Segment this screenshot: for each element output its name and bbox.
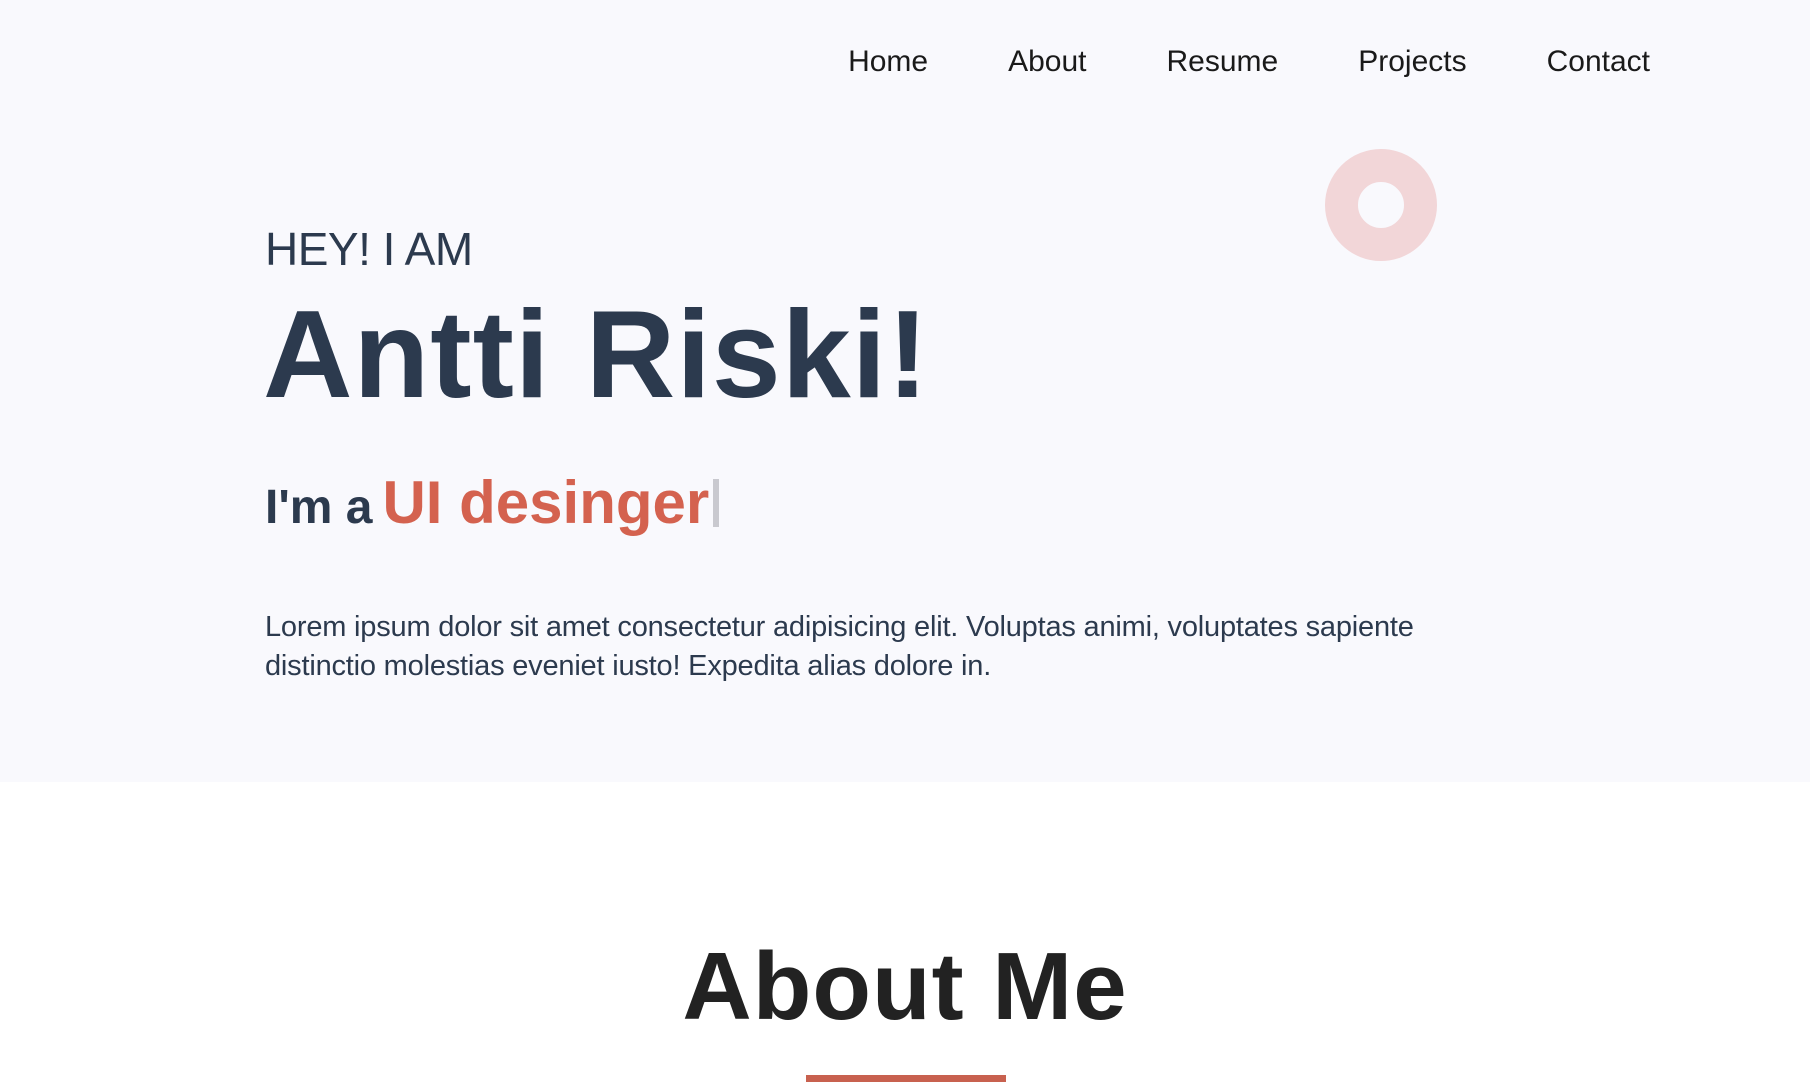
role-line: I'm a UI desinger (265, 466, 720, 556)
ring-decoration (1325, 149, 1437, 261)
hero-section: Home About Resume Projects Contact HEY! … (0, 0, 1810, 782)
typing-cursor (713, 479, 720, 527)
about-title-underline (806, 1075, 1006, 1082)
nav-projects-link[interactable]: Projects (1358, 40, 1466, 84)
nav-about-link[interactable]: About (1008, 40, 1086, 84)
hero-name: Antti Riski! (263, 286, 930, 424)
main-nav: Home About Resume Projects Contact (848, 40, 1650, 84)
role-typed-text: UI desinger (382, 469, 710, 536)
nav-resume-link[interactable]: Resume (1167, 40, 1279, 84)
nav-contact-link[interactable]: Contact (1547, 40, 1650, 84)
hero-intro-text: Lorem ipsum dolor sit amet consectetur a… (265, 611, 1414, 682)
role-prefix: I'm a (265, 481, 373, 534)
about-section-title: About Me (682, 933, 1128, 1040)
nav-home-link[interactable]: Home (848, 40, 928, 84)
hero-greeting: HEY! I AM (265, 223, 473, 275)
